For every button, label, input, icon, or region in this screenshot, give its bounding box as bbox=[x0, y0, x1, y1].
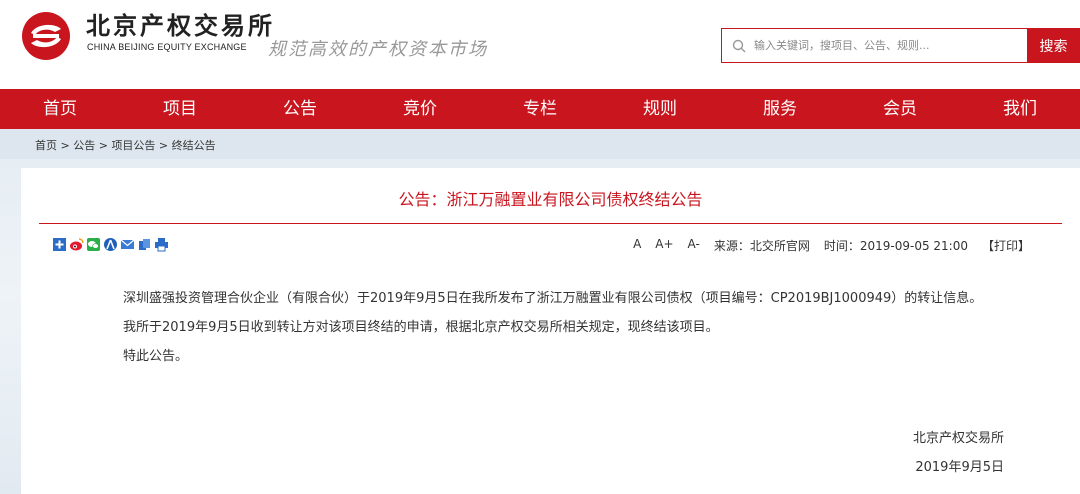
article-panel: 公告：浙江万融置业有限公司债权终结公告 A A+ A- 来源：北交所官网 时间：… bbox=[21, 168, 1080, 494]
wechat-icon[interactable] bbox=[86, 237, 101, 252]
nav-item-announcements[interactable]: 公告 bbox=[240, 89, 360, 129]
article-signature: 北京产权交易所 2019年9月5日 bbox=[913, 424, 1004, 482]
search-icon bbox=[732, 39, 746, 53]
font-size-increase-button[interactable]: A+ bbox=[655, 237, 673, 254]
breadcrumb-home[interactable]: 首页 bbox=[35, 139, 57, 152]
breadcrumb-separator: > bbox=[155, 139, 172, 152]
breadcrumb-separator: > bbox=[57, 139, 74, 152]
article-paragraph: 深圳盛强投资管理合伙企业（有限合伙）于2019年9月5日在我所发布了浙江万融置业… bbox=[123, 291, 983, 306]
article-paragraph: 我所于2019年9月5日收到转让方对该项目终结的申请，根据北京产权交易所相关规定… bbox=[123, 320, 719, 335]
breadcrumb-separator: > bbox=[95, 139, 112, 152]
logo-subtitle: CHINA BEIJING EQUITY EXCHANGE bbox=[87, 42, 247, 52]
signature-org: 北京产权交易所 bbox=[912, 431, 1004, 446]
print-small-icon[interactable] bbox=[154, 237, 169, 252]
nav-item-columns[interactable]: 专栏 bbox=[480, 89, 600, 129]
article-time: 时间：2019-09-05 21:00 bbox=[823, 239, 968, 253]
logo-icon[interactable] bbox=[21, 11, 71, 61]
breadcrumb-announcements[interactable]: 公告 bbox=[73, 139, 95, 152]
article-body: 深圳盛强投资管理合伙企业（有限合伙）于2019年9月5日在我所发布了浙江万融置业… bbox=[95, 284, 1015, 371]
nav-item-projects[interactable]: 项目 bbox=[120, 89, 240, 129]
search-input[interactable] bbox=[754, 30, 1024, 61]
share-bar bbox=[52, 237, 169, 252]
breadcrumb-project-announcements[interactable]: 项目公告 bbox=[111, 139, 155, 152]
article-title: 公告：浙江万融置业有限公司债权终结公告 bbox=[398, 190, 703, 209]
nav-item-services[interactable]: 服务 bbox=[720, 89, 840, 129]
font-size-decrease-button[interactable]: A- bbox=[688, 237, 700, 254]
article-paragraph: 特此公告。 bbox=[123, 349, 189, 364]
font-size-normal-button[interactable]: A bbox=[633, 237, 641, 254]
site-header: 北京产权交易所 CHINA BEIJING EQUITY EXCHANGE 规范… bbox=[0, 0, 1080, 89]
logo-title: 北京产权交易所 bbox=[86, 12, 275, 40]
breadcrumb-termination[interactable]: 终结公告 bbox=[172, 139, 216, 152]
nav-item-rules[interactable]: 规则 bbox=[600, 89, 720, 129]
main-nav: 首页 项目 公告 竞价 专栏 规则 服务 会员 我们 bbox=[0, 89, 1080, 129]
nav-item-bidding[interactable]: 竞价 bbox=[360, 89, 480, 129]
search-button[interactable]: 搜索 bbox=[1027, 28, 1080, 63]
breadcrumb-bar: 首页 > 公告 > 项目公告 > 终结公告 bbox=[0, 129, 1080, 159]
email-icon[interactable] bbox=[120, 237, 135, 252]
breadcrumb: 首页 > 公告 > 项目公告 > 终结公告 bbox=[35, 137, 216, 153]
nav-item-members[interactable]: 会员 bbox=[840, 89, 960, 129]
nav-item-home[interactable]: 首页 bbox=[0, 89, 120, 129]
print-button[interactable]: 【打印】 bbox=[982, 237, 1030, 254]
copy-icon[interactable] bbox=[137, 237, 152, 252]
article-source: 来源：北交所官网 bbox=[713, 239, 810, 253]
search-box bbox=[721, 28, 1028, 63]
renren-icon[interactable] bbox=[103, 237, 118, 252]
article-meta: A A+ A- 来源：北交所官网 时间：2019-09-05 21:00 【打印… bbox=[633, 237, 1030, 254]
share-plus-icon[interactable] bbox=[52, 237, 67, 252]
slogan: 规范高效的产权资本市场 bbox=[268, 39, 488, 60]
weibo-icon[interactable] bbox=[69, 237, 84, 252]
signature-date: 2019年9月5日 bbox=[915, 460, 1004, 475]
nav-item-about[interactable]: 我们 bbox=[960, 89, 1080, 129]
title-divider bbox=[39, 223, 1062, 224]
